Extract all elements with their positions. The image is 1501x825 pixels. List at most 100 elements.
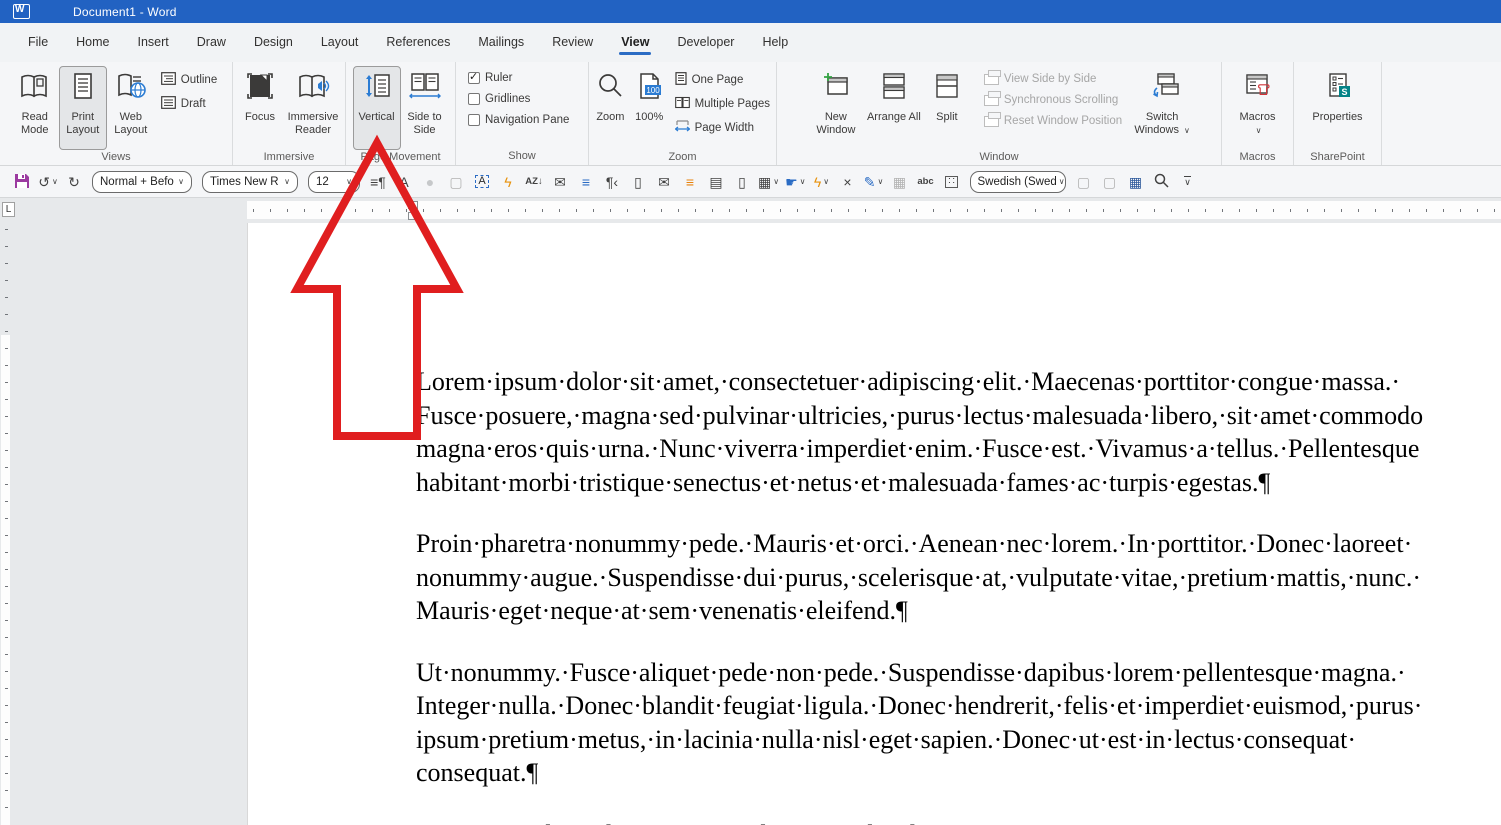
style-value: Normal + Befo (100, 175, 174, 188)
tab-file[interactable]: File (14, 29, 62, 57)
toolbar-overflow-icon[interactable]: ∨ (1176, 170, 1200, 194)
tab-developer[interactable]: Developer (663, 29, 748, 57)
left-indent-marker[interactable] (408, 212, 418, 220)
tab-review[interactable]: Review (538, 29, 607, 57)
svg-text:S: S (1341, 87, 1347, 97)
print-layout-icon (66, 72, 100, 105)
pen-color-icon[interactable]: ✎ ∨ (862, 170, 886, 194)
paragraph[interactable]: Proin·pharetra·nonummy·pede.·Mauris·et·o… (416, 527, 1501, 628)
arrange-all-button[interactable]: Arrange All (865, 66, 923, 150)
paragraph[interactable]: Lorem·ipsum·dolor·sit·amet,·consectetuer… (416, 365, 1501, 499)
word-window: { "titlebar": { "title": "Document1 - Wo… (0, 0, 1501, 825)
macros-button[interactable]: Macros ∨ (1234, 66, 1282, 150)
paragraph[interactable]: Etiam·eget·dui.·Aliquam·erat·volutpat.·S… (416, 818, 1501, 825)
vertical-button[interactable]: Vertical (352, 66, 401, 150)
read-mode-icon (18, 72, 52, 105)
immersive-reader-icon (296, 72, 330, 105)
navigation-pane-checkbox[interactable]: Navigation Pane (468, 114, 569, 126)
tab-design[interactable]: Design (240, 29, 307, 57)
switch-windows-button[interactable]: Switch Windows ∨ (1133, 66, 1191, 150)
font-value: Times New R (210, 175, 279, 188)
new-window-icon (819, 72, 853, 105)
full-page-doc-icon[interactable]: ▯ (730, 170, 754, 194)
tab-view[interactable]: View (607, 29, 663, 57)
style-combobox[interactable]: Normal + Befo ∨ (92, 170, 192, 193)
tab-layout[interactable]: Layout (307, 29, 373, 57)
print-preview-icon[interactable]: ▤ (704, 170, 728, 194)
mail-merge-icon[interactable]: ✉ (548, 170, 572, 194)
envelope-attach-icon[interactable]: ✉ (652, 170, 676, 194)
spelling-abc-icon[interactable]: abc (914, 170, 938, 194)
page-width-button[interactable]: Page Width (674, 120, 770, 136)
toolbar-icons-left: ↺ ∨ ↻ (10, 170, 86, 194)
immersive-reader-button[interactable]: Immersive Reader (284, 66, 342, 150)
paragraph[interactable]: Ut·nonummy.·Fusce·aliquet·pede·non·pede.… (416, 656, 1501, 790)
window-group-label: Window (979, 151, 1019, 163)
outline-label: Outline (180, 74, 218, 86)
multiple-pages-button[interactable]: Multiple Pages (674, 96, 770, 112)
new-window-button[interactable]: New Window (807, 66, 865, 150)
font-size-value: 12 (316, 175, 329, 188)
language-combobox[interactable]: Swedish (Swed ∨ (969, 170, 1066, 193)
outline-button[interactable]: Outline (160, 72, 218, 88)
focus-icon (243, 72, 277, 105)
draft-icon (160, 96, 176, 112)
tab-home[interactable]: Home (62, 29, 123, 57)
status-circle-icon[interactable]: ● (418, 170, 442, 194)
tab-insert[interactable]: Insert (124, 29, 183, 57)
bullet-list-icon[interactable]: ≡ (574, 170, 598, 194)
dots-box-icon[interactable]: ∷ (940, 170, 964, 194)
style-lightning-icon[interactable]: ϟ (496, 170, 520, 194)
search-icon[interactable] (1150, 170, 1174, 194)
one-page-button[interactable]: One Page (674, 72, 770, 88)
ribbon: Read Mode Print Layout Web Layout Outlin… (0, 62, 1501, 166)
draft-button[interactable]: Draft (160, 96, 217, 112)
tab-references[interactable]: References (372, 29, 464, 57)
table-borders-icon[interactable]: ▦ (1124, 170, 1148, 194)
highlight-lines-icon[interactable]: ≡ (678, 170, 702, 194)
tab-draw[interactable]: Draw (183, 29, 240, 57)
multiple-pages-icon (674, 96, 690, 112)
delete-icon[interactable]: × (836, 170, 860, 194)
focus-button[interactable]: Focus (236, 66, 284, 150)
protect-check-icon: ▢ (1102, 173, 1117, 190)
read-mode-button[interactable]: Read Mode (11, 66, 59, 150)
tab-mailings[interactable]: Mailings (464, 29, 538, 57)
paragraph-settings-icon[interactable]: ≡¶ (366, 170, 390, 194)
ruler-checkbox[interactable]: Ruler (468, 70, 569, 84)
document-area: Lorem·ipsum·dolor·sit·amet,·consectetuer… (0, 223, 1501, 825)
properties-button[interactable]: S Properties (1309, 66, 1367, 150)
hyperlink-hand-icon[interactable]: ☛ ∨ (783, 170, 807, 194)
web-layout-button[interactable]: Web Layout (107, 66, 155, 150)
undo-icon[interactable]: ↺ ∨ (36, 170, 60, 194)
print-layout-button[interactable]: Print Layout (58, 66, 107, 150)
document-page[interactable]: Lorem·ipsum·dolor·sit·amet,·consectetuer… (247, 223, 1501, 825)
table-autoformat-icon: ▦ (892, 173, 907, 190)
zoom-button[interactable]: Zoom (591, 66, 630, 150)
field-lightning-icon[interactable]: ϟ ∨ (810, 170, 834, 194)
tab-help[interactable]: Help (748, 29, 802, 57)
arrange-all-icon (877, 72, 911, 105)
checkbox-unchecked-icon (468, 93, 480, 105)
font-combobox[interactable]: Times New R ∨ (202, 170, 298, 193)
paragraph-direction-icon[interactable]: ¶‹ (600, 170, 624, 194)
split-button[interactable]: Split (923, 66, 971, 150)
tab-selector[interactable]: L (2, 202, 15, 217)
ribbon-group-sharepoint: S Properties SharePoint (1294, 62, 1382, 165)
save-icon[interactable] (10, 170, 34, 194)
new-document-icon[interactable]: ▯ (626, 170, 650, 194)
font-dialog-icon[interactable]: A (392, 170, 416, 194)
zoom-100-button[interactable]: 100 100% (630, 66, 669, 150)
sort-az-icon[interactable]: AZ↓ (522, 170, 546, 194)
multiple-pages-label: Multiple Pages (694, 98, 770, 110)
first-line-indent-marker[interactable] (408, 201, 418, 209)
redo-icon[interactable]: ↻ (62, 170, 86, 194)
toolbar-icons-right: ▢ ▢ ▦ ∨ (1072, 170, 1200, 194)
text-frame-icon[interactable]: A (470, 170, 494, 194)
split-label: Split (936, 111, 958, 123)
font-size-combobox[interactable]: 12 ∨ (308, 170, 360, 193)
insert-table-icon[interactable]: ▦ ∨ (756, 170, 781, 194)
side-to-side-button[interactable]: Side to Side (401, 66, 449, 150)
gridlines-checkbox[interactable]: Gridlines (468, 93, 569, 105)
page-text[interactable]: Lorem·ipsum·dolor·sit·amet,·consectetuer… (416, 365, 1501, 825)
